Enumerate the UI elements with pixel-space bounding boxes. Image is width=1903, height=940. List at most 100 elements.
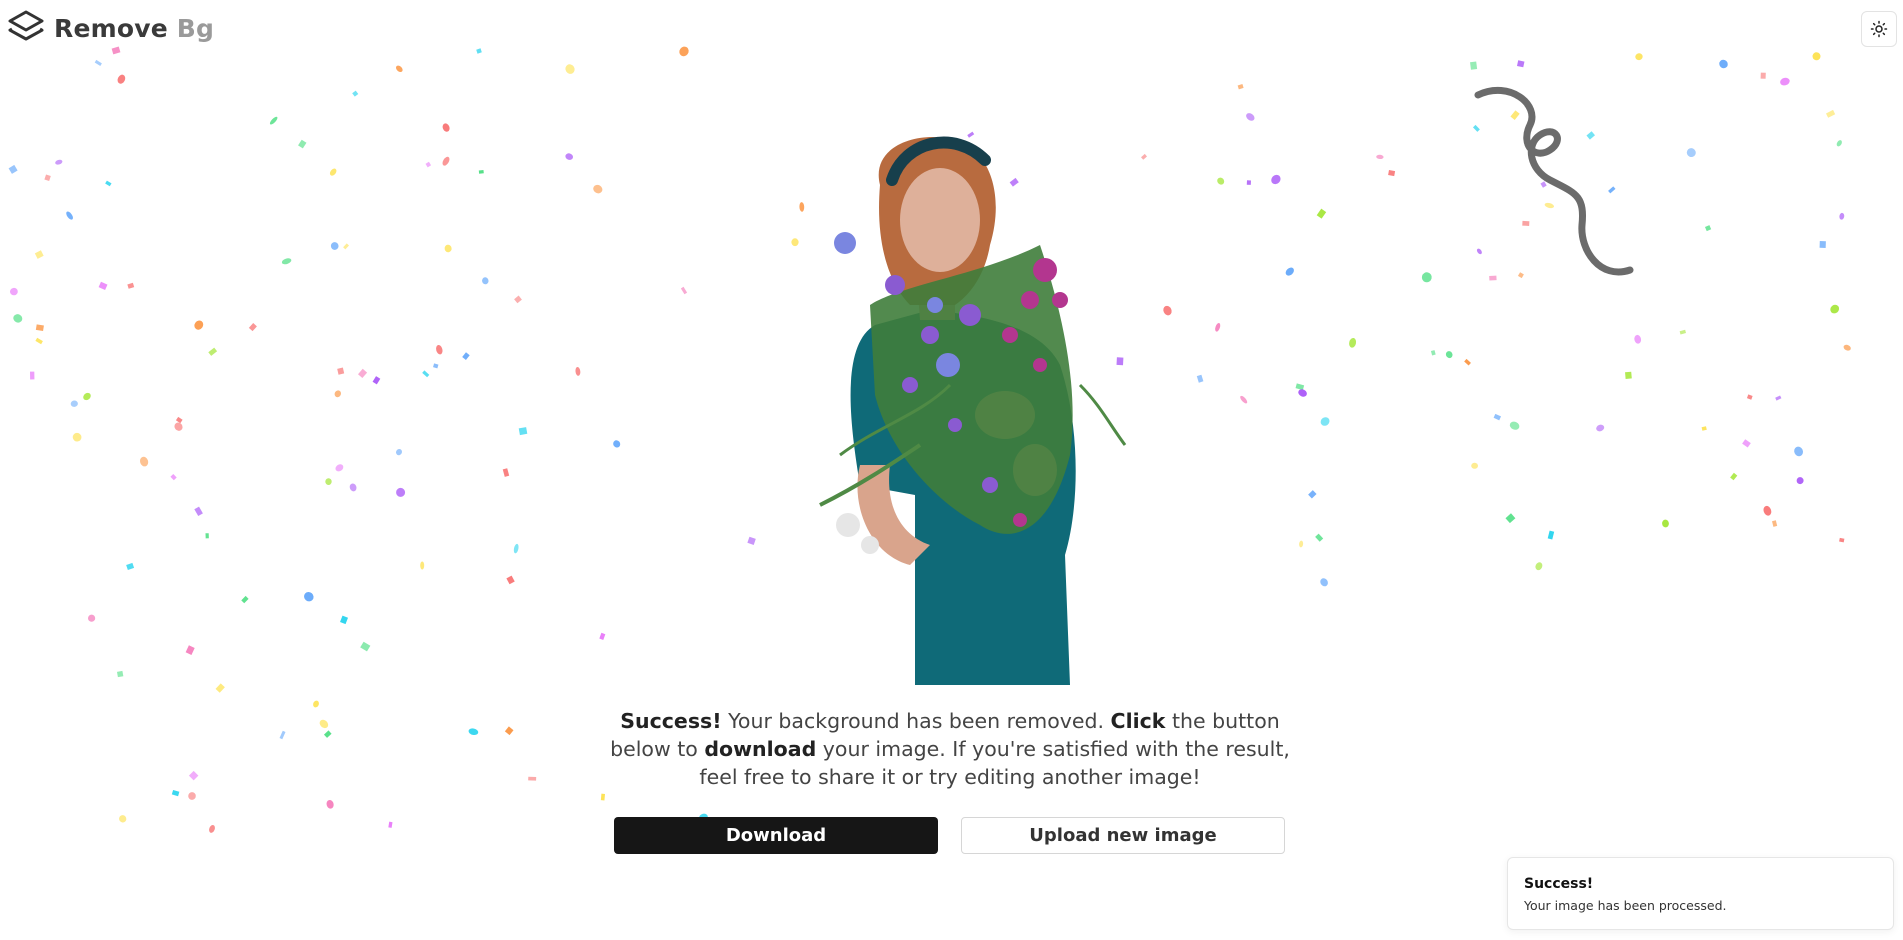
- confetti-piece: [360, 641, 371, 652]
- confetti-piece: [10, 287, 18, 296]
- toast-description: Your image has been processed.: [1524, 898, 1727, 913]
- confetti-piece: [1812, 52, 1821, 61]
- confetti-piece: [55, 159, 63, 165]
- confetti-piece: [330, 242, 339, 250]
- confetti-piece: [1839, 212, 1845, 220]
- confetti-piece: [468, 728, 479, 735]
- confetti-piece: [281, 258, 292, 265]
- confetti-piece: [343, 243, 350, 250]
- confetti-piece: [504, 726, 514, 736]
- confetti-piece: [334, 390, 341, 398]
- confetti-piece: [1730, 472, 1738, 481]
- confetti-piece: [248, 322, 257, 332]
- confetti-piece: [188, 770, 199, 781]
- confetti-piece: [462, 352, 470, 360]
- confetti-piece: [30, 371, 35, 380]
- confetti-piece: [679, 46, 689, 57]
- confetti-piece: [116, 670, 124, 678]
- confetti-piece: [1308, 490, 1317, 499]
- confetti-piece: [98, 281, 108, 290]
- confetti-piece: [1686, 148, 1696, 158]
- confetti-piece: [1825, 109, 1836, 118]
- confetti-piece: [513, 543, 519, 554]
- confetti-piece: [518, 427, 528, 436]
- confetti-piece: [313, 700, 319, 708]
- confetti-piece: [1780, 77, 1790, 86]
- confetti-piece: [1237, 83, 1244, 90]
- confetti-piece: [1843, 344, 1851, 351]
- confetti-piece: [565, 153, 574, 160]
- confetti-piece: [352, 90, 359, 97]
- confetti-piece: [94, 59, 102, 66]
- confetti-piece: [70, 400, 78, 407]
- confetti-piece: [171, 790, 180, 797]
- confetti-piece: [304, 591, 314, 602]
- confetti-piece: [1316, 208, 1327, 219]
- sun-icon: [1870, 20, 1888, 38]
- confetti-piece: [241, 595, 249, 604]
- confetti-piece: [1704, 225, 1712, 232]
- message-download-word: download: [704, 737, 817, 761]
- confetti-piece: [175, 416, 183, 424]
- message-click-word: Click: [1110, 709, 1166, 733]
- logo[interactable]: Remove Bg: [6, 8, 214, 48]
- theme-toggle-button[interactable]: [1861, 11, 1897, 47]
- confetti-piece: [1295, 383, 1305, 391]
- confetti-piece: [613, 440, 621, 448]
- confetti-piece: [326, 799, 334, 809]
- confetti-piece: [1839, 537, 1845, 543]
- confetti-piece: [593, 184, 603, 194]
- confetti-piece: [372, 376, 381, 385]
- confetti-piece: [1299, 540, 1304, 548]
- download-button[interactable]: Download: [614, 817, 938, 854]
- confetti-piece: [1794, 446, 1804, 457]
- page: Remove Bg Success! Your background has b…: [0, 0, 1903, 940]
- confetti-piece: [420, 561, 425, 570]
- confetti-piece: [319, 719, 329, 729]
- confetti-piece: [565, 64, 575, 74]
- confetti-piece: [1388, 170, 1396, 177]
- confetti-piece: [1315, 533, 1324, 542]
- confetti-piece: [117, 74, 126, 84]
- confetti-piece: [1547, 530, 1555, 540]
- confetti-piece: [436, 344, 443, 355]
- confetti-piece: [1625, 371, 1632, 379]
- confetti-piece: [1196, 374, 1204, 383]
- confetti-piece: [1746, 394, 1753, 400]
- confetti-piece: [1285, 267, 1294, 276]
- confetti-piece: [335, 464, 344, 472]
- confetti-piece: [66, 211, 73, 220]
- confetti-piece: [1662, 519, 1669, 528]
- upload-new-image-button[interactable]: Upload new image: [961, 817, 1285, 854]
- confetti-piece: [44, 174, 51, 182]
- confetti-piece: [188, 792, 196, 800]
- confetti-piece: [119, 815, 127, 823]
- confetti-piece: [1701, 426, 1707, 431]
- confetti-piece: [1796, 477, 1804, 485]
- confetti-piece: [1836, 140, 1842, 147]
- confetti-piece: [1775, 395, 1782, 401]
- confetti-piece: [1376, 154, 1384, 160]
- layers-icon: [8, 10, 44, 41]
- confetti-piece: [34, 250, 44, 259]
- confetti-piece: [1320, 578, 1328, 587]
- confetti-piece: [1719, 59, 1728, 69]
- confetti-piece: [1320, 417, 1330, 426]
- confetti-piece: [1349, 337, 1357, 348]
- confetti-piece: [528, 776, 537, 781]
- confetti-piece: [1246, 113, 1255, 121]
- confetti-piece: [337, 367, 345, 375]
- logo-word-remove: Remove: [54, 13, 168, 43]
- confetti-piece: [127, 282, 135, 289]
- confetti-piece: [388, 821, 393, 828]
- success-toast: Success! Your image has been processed.: [1507, 857, 1894, 930]
- confetti-piece: [87, 614, 96, 622]
- confetti-piece: [476, 48, 482, 54]
- confetti-piece: [1635, 53, 1643, 61]
- confetti-piece: [170, 474, 177, 481]
- confetti-piece: [1464, 358, 1471, 366]
- confetti-piece: [1763, 505, 1772, 516]
- confetti-piece: [396, 487, 406, 497]
- confetti-piece: [194, 320, 204, 330]
- confetti-piece: [208, 347, 218, 356]
